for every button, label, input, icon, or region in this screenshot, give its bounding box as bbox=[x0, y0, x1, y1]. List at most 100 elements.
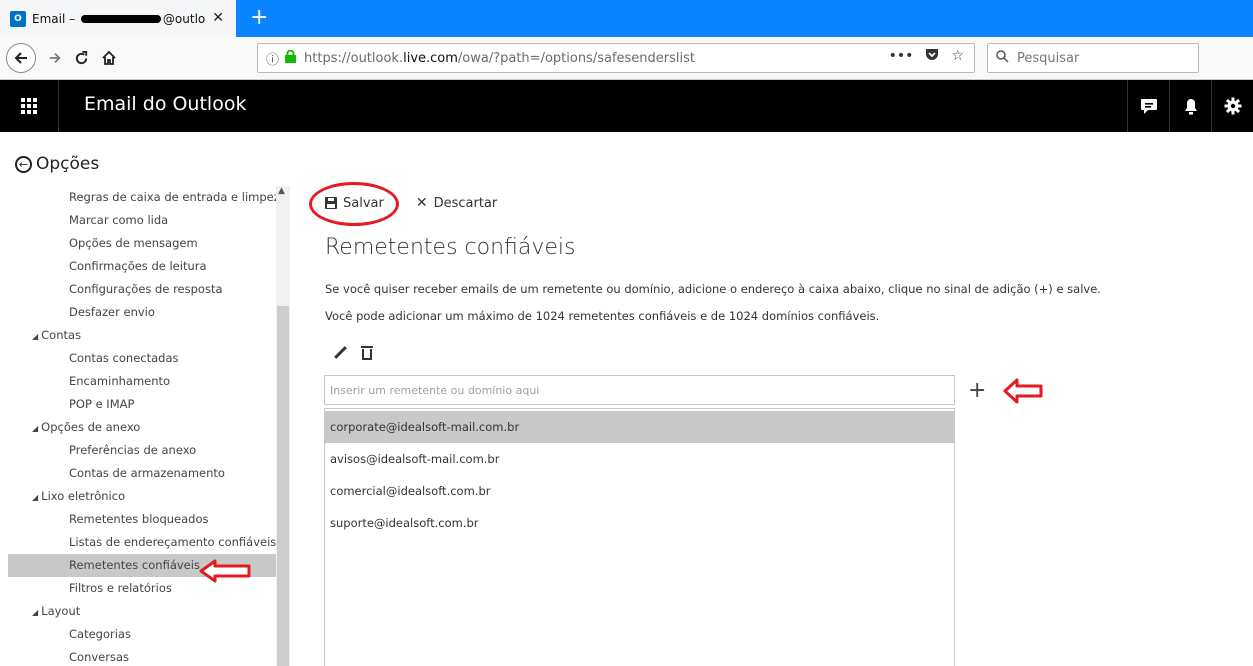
nav-item[interactable]: Contas conectadas bbox=[8, 347, 276, 370]
url-actions: ••• ☆ bbox=[889, 48, 964, 65]
bookmark-star-icon[interactable]: ☆ bbox=[951, 48, 964, 65]
add-sender-button[interactable]: + bbox=[968, 380, 986, 402]
nav-group-header[interactable]: ◢ Opções de anexo bbox=[8, 416, 276, 439]
options-nav: Regras de caixa de entrada e limpeza Marc… bbox=[8, 186, 276, 666]
scrollbar-thumb[interactable] bbox=[277, 306, 289, 666]
nav-item-label: POP e IMAP bbox=[69, 397, 135, 411]
nav-item-label: Opções de mensagem bbox=[69, 236, 198, 250]
discard-x-icon: ✕ bbox=[415, 195, 428, 211]
nav-item-label: Filtros e relatórios bbox=[69, 581, 172, 595]
close-tab-icon[interactable]: ✕ bbox=[212, 10, 224, 26]
nav-item-label: Configurações de resposta bbox=[69, 282, 223, 296]
nav-item-label: Remetentes bloqueados bbox=[69, 512, 209, 526]
nav-item-label: Confirmações de leitura bbox=[69, 259, 207, 273]
nav-group-header[interactable]: ◢ Lixo eletrônico bbox=[8, 485, 276, 508]
nav-item[interactable]: POP e IMAP bbox=[8, 393, 276, 416]
forward-arrow-icon bbox=[49, 53, 61, 63]
nav-item-label: Preferências de anexo bbox=[69, 443, 197, 457]
bell-icon[interactable] bbox=[1169, 80, 1211, 132]
nav-group-header[interactable]: ◢ Contas bbox=[8, 324, 276, 347]
sender-row[interactable]: corporate@idealsoft-mail.com.br bbox=[325, 411, 954, 443]
tab-title: Email – @outlook.c bbox=[32, 11, 206, 26]
page-title: Remetentes confiáveis bbox=[325, 235, 576, 260]
collapse-triangle-icon[interactable]: ◢ bbox=[32, 493, 38, 502]
nav-item-label: Opções de anexo bbox=[41, 420, 141, 434]
back-arrow-icon bbox=[14, 52, 27, 64]
new-tab-button[interactable]: + bbox=[250, 4, 268, 32]
redacted-email bbox=[80, 15, 161, 23]
nav-item[interactable]: Opções de mensagem bbox=[8, 232, 276, 255]
back-circle-icon: ← bbox=[15, 155, 32, 173]
waffle-icon bbox=[21, 98, 37, 114]
options-heading: Opções bbox=[36, 154, 100, 174]
nav-item-label: Marcar como lida bbox=[69, 213, 169, 227]
search-icon bbox=[996, 49, 1009, 67]
limit-text: Você pode adicionar um máximo de 1024 re… bbox=[325, 309, 880, 323]
delete-trash-icon[interactable] bbox=[361, 346, 373, 360]
options-back-link[interactable]: ← Opções bbox=[15, 154, 99, 174]
info-icon[interactable]: ⓘ bbox=[266, 49, 279, 68]
nav-annotation-arrow-icon bbox=[199, 559, 251, 583]
nav-item[interactable]: Listas de endereçamento confiáveis bbox=[8, 531, 276, 554]
back-button[interactable] bbox=[6, 43, 36, 73]
list-tools bbox=[333, 346, 373, 360]
options-nav-scrollbar[interactable]: ▲ bbox=[276, 186, 290, 666]
nav-item[interactable]: Remetentes bloqueados bbox=[8, 508, 276, 531]
nav-item[interactable]: Configurações de resposta bbox=[8, 278, 276, 301]
nav-item-label: Layout bbox=[41, 604, 81, 618]
safe-senders-list: corporate@idealsoft-mail.com.br avisos@id… bbox=[324, 408, 955, 666]
nav-item[interactable]: Preferências de anexo bbox=[8, 439, 276, 462]
edit-pencil-icon[interactable] bbox=[333, 346, 347, 360]
browser-tab-strip: O Email – @outlook.c ✕ + bbox=[0, 0, 1253, 37]
collapse-triangle-icon[interactable]: ◢ bbox=[32, 424, 38, 433]
sender-input[interactable] bbox=[324, 375, 955, 405]
search-bar[interactable]: Pesquisar bbox=[987, 43, 1199, 73]
nav-item[interactable]: Desfazer envio bbox=[8, 301, 276, 324]
nav-item-label: Desfazer envio bbox=[69, 305, 155, 319]
url-bar[interactable]: ⓘ https://outlook. live.com/owa/?path=/op… bbox=[257, 43, 975, 73]
collapse-triangle-icon[interactable]: ◢ bbox=[32, 608, 38, 617]
nav-item[interactable]: Marcar como lida bbox=[8, 209, 276, 232]
app-title: Email do Outlook bbox=[84, 93, 247, 115]
browser-tab[interactable]: O Email – @outlook.c ✕ bbox=[0, 0, 236, 37]
app-header: Email do Outlook bbox=[0, 80, 1253, 132]
sender-row[interactable]: avisos@idealsoft-mail.com.br bbox=[325, 443, 954, 475]
url-prefix: https://outlook. bbox=[304, 50, 404, 66]
url-domain: live.com bbox=[403, 50, 458, 66]
outlook-favicon-icon: O bbox=[10, 10, 26, 27]
nav-item[interactable]: Contas de armazenamento bbox=[8, 462, 276, 485]
nav-group-header[interactable]: ◢ Layout bbox=[8, 600, 276, 623]
home-icon bbox=[102, 50, 116, 65]
browser-toolbar: ⓘ https://outlook. live.com/owa/?path=/op… bbox=[0, 37, 1253, 80]
lock-icon bbox=[285, 49, 297, 67]
nav-item-label: Encaminhamento bbox=[69, 374, 171, 388]
add-annotation-arrow-icon bbox=[1003, 378, 1043, 404]
chat-icon[interactable] bbox=[1127, 80, 1169, 132]
nav-item[interactable]: Encaminhamento bbox=[8, 370, 276, 393]
header-divider bbox=[58, 80, 59, 132]
pocket-icon[interactable] bbox=[925, 48, 939, 65]
nav-item[interactable]: Conversas bbox=[8, 646, 276, 666]
nav-item[interactable]: Categorias bbox=[8, 623, 276, 646]
nav-item-label: Conversas bbox=[69, 650, 129, 664]
nav-item[interactable]: Confirmações de leitura bbox=[8, 255, 276, 278]
app-launcher-button[interactable] bbox=[0, 80, 58, 132]
instructions-text: Se você quiser receber emails de um reme… bbox=[325, 282, 1101, 296]
nav-item-label: Lixo eletrônico bbox=[41, 489, 126, 503]
gear-icon[interactable] bbox=[1211, 80, 1253, 132]
nav-item-label: Listas de endereçamento confiáveis bbox=[69, 535, 276, 549]
sender-row[interactable]: suporte@idealsoft.com.br bbox=[325, 507, 954, 539]
reload-button[interactable] bbox=[66, 43, 96, 73]
nav-item[interactable]: Regras de caixa de entrada e limpeza bbox=[8, 186, 276, 209]
discard-button[interactable]: ✕ Descartar bbox=[416, 195, 497, 211]
nav-item-label: Categorias bbox=[69, 627, 131, 641]
sender-row[interactable]: comercial@idealsoft.com.br bbox=[325, 475, 954, 507]
scroll-up-icon[interactable]: ▲ bbox=[278, 186, 285, 196]
nav-item-label: Contas bbox=[41, 328, 82, 342]
page-actions-icon[interactable]: ••• bbox=[889, 48, 914, 65]
reload-icon bbox=[75, 50, 87, 64]
nav-item-label: Contas de armazenamento bbox=[69, 466, 225, 480]
collapse-triangle-icon[interactable]: ◢ bbox=[32, 332, 38, 341]
save-annotation-circle bbox=[309, 182, 399, 226]
home-button[interactable] bbox=[94, 43, 124, 73]
